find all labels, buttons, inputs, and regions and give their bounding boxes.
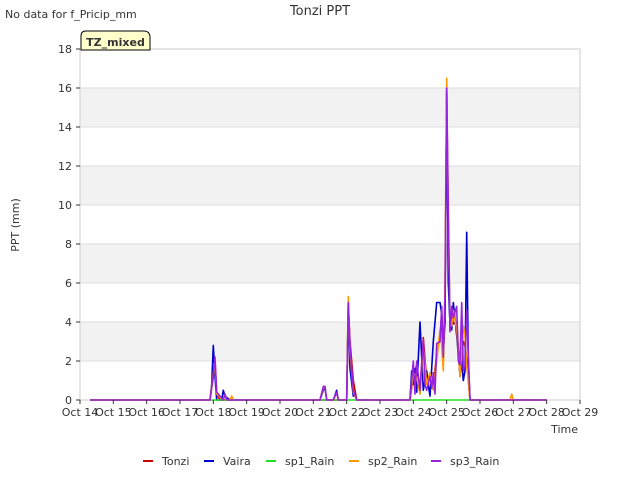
- x-tick-label: Oct 27: [495, 406, 532, 419]
- grid-band: [80, 244, 580, 283]
- y-tick-label: 4: [65, 316, 72, 329]
- legend-label: Tonzi: [161, 455, 189, 468]
- x-tick-label: Oct 17: [162, 406, 199, 419]
- grid-band: [80, 205, 580, 244]
- chart-title: Tonzi PPT: [289, 4, 350, 19]
- no-data-note: No data for f_Pricip_mm: [5, 8, 137, 21]
- x-tick-label: Oct 14: [62, 406, 99, 419]
- x-tick-label: Oct 16: [128, 406, 165, 419]
- grid-band: [80, 166, 580, 205]
- y-tick-label: 14: [58, 121, 72, 134]
- y-tick-label: 16: [58, 82, 72, 95]
- legend-label: Vaira: [223, 455, 251, 468]
- x-tick-label: Oct 18: [195, 406, 232, 419]
- legend-label: sp1_Rain: [285, 455, 334, 468]
- grid-band: [80, 49, 580, 88]
- x-tick-label: Oct 29: [562, 406, 599, 419]
- x-tick-label: Oct 23: [362, 406, 399, 419]
- x-tick-label: Oct 28: [528, 406, 565, 419]
- y-tick-label: 10: [58, 199, 72, 212]
- y-axis: 024681012141618: [58, 43, 80, 407]
- tz-badge-label: TZ_mixed: [86, 36, 145, 49]
- x-tick-label: Oct 22: [328, 406, 365, 419]
- y-tick-label: 12: [58, 160, 72, 173]
- legend-label: sp3_Rain: [450, 455, 499, 468]
- x-tick-label: Oct 25: [428, 406, 465, 419]
- y-tick-label: 6: [65, 277, 72, 290]
- grid-band: [80, 127, 580, 166]
- ppt-chart: 024681012141618 Oct 14Oct 15Oct 16Oct 17…: [5, 4, 599, 468]
- grid-band: [80, 88, 580, 127]
- grid-band: [80, 322, 580, 361]
- tz-badge: TZ_mixed: [80, 30, 151, 51]
- x-tick-label: Oct 21: [295, 406, 332, 419]
- y-tick-label: 8: [65, 238, 72, 251]
- x-tick-label: Oct 24: [395, 406, 432, 419]
- legend-label: sp2_Rain: [368, 455, 417, 468]
- x-tick-label: Oct 20: [262, 406, 299, 419]
- legend: Tonzi Vaira sp1_Rain sp2_Rain sp3_Rain: [143, 455, 499, 468]
- y-tick-label: 2: [65, 355, 72, 368]
- x-tick-label: Oct 19: [228, 406, 265, 419]
- x-tick-label: Oct 15: [95, 406, 132, 419]
- x-tick-label: Oct 26: [462, 406, 499, 419]
- grid-band: [80, 283, 580, 322]
- y-tick-label: 18: [58, 43, 72, 56]
- x-axis: Oct 14Oct 15Oct 16Oct 17Oct 18Oct 19Oct …: [62, 400, 599, 419]
- grid-band: [80, 361, 580, 400]
- x-axis-label: Time: [550, 423, 578, 436]
- y-axis-label: PPT (mm): [9, 198, 22, 252]
- grid-bands: [80, 48, 580, 401]
